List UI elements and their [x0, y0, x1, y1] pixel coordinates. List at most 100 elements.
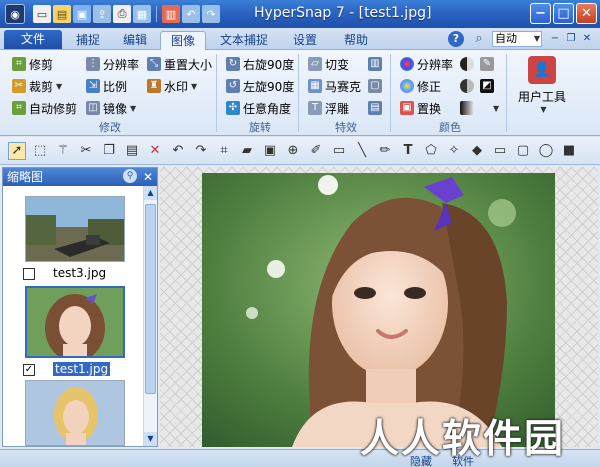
undo-icon[interactable]: ↶ [182, 5, 200, 23]
eyedropper-button[interactable]: ✎ [480, 55, 497, 73]
scroll-thumb[interactable] [145, 204, 156, 394]
thumbnail-image-3[interactable] [25, 380, 125, 446]
delete-icon[interactable]: ✕ [146, 142, 164, 160]
watermark-button[interactable]: ♜ 水印 ▼ [147, 77, 197, 95]
scroll-down-icon[interactable]: ▼ [144, 432, 157, 446]
color-depth-button[interactable]: 分辨率 [400, 55, 453, 73]
pencil-icon[interactable]: ✏ [376, 142, 394, 160]
thumbnail-checkbox-test3[interactable] [23, 268, 35, 280]
pin-icon[interactable]: ⚲ [123, 169, 137, 183]
close-icon[interactable]: ✕ [143, 168, 153, 186]
tab-capture[interactable]: 捕捉 [66, 31, 110, 50]
thumbnail-label-test1[interactable]: test1.jpg [53, 362, 111, 376]
tab-help[interactable]: 帮助 [334, 31, 378, 50]
cut-icon[interactable]: ✂ [77, 142, 95, 160]
polygon-icon[interactable]: ⬠ [422, 142, 440, 160]
minimize-button[interactable]: − [530, 3, 551, 24]
ellipse-icon[interactable]: ◯ [537, 142, 555, 160]
brightness-button[interactable] [460, 77, 477, 95]
freeform-icon[interactable]: ✧ [445, 142, 463, 160]
rotate-left-button[interactable]: ↺ 左旋90度 [226, 77, 294, 95]
mdi-close-button[interactable]: ✕ [580, 32, 594, 46]
thumbnail-scrollbar[interactable]: ▲ ▼ [143, 186, 157, 446]
fill-icon[interactable]: ◆ [468, 142, 486, 160]
file-menu[interactable]: 文件 [4, 30, 62, 49]
save-icon[interactable]: ▣ [73, 5, 91, 23]
trim-button[interactable]: ✂ 裁剪 ▼ [12, 77, 62, 95]
crop-icon: ⌗ [12, 57, 26, 71]
help-icon[interactable]: ? [448, 31, 464, 47]
color-picker-icon[interactable]: ✐ [307, 142, 325, 160]
tab-settings[interactable]: 设置 [283, 31, 327, 50]
copy-icon[interactable]: ❐ [100, 142, 118, 160]
delete-icon[interactable]: ▥ [162, 5, 180, 23]
upload-icon[interactable]: ⇪ [93, 5, 111, 23]
thumbnail-image-test1[interactable] [25, 286, 125, 362]
thumbnail-checkbox-test1[interactable]: ✓ [23, 364, 35, 376]
scale-button[interactable]: ⇲ 比例 [86, 77, 127, 95]
resize-button[interactable]: ⤡ 重置大小 [147, 55, 212, 73]
paste-icon[interactable]: ▤ [123, 142, 141, 160]
mdi-restore-button[interactable]: ❐ [564, 32, 578, 46]
search-icon[interactable]: ⌕ [471, 31, 487, 47]
tab-text-capture[interactable]: 文本捕捉 [212, 31, 276, 50]
open-folder-icon[interactable]: ▤ [53, 5, 71, 23]
note-icon[interactable]: ▭ [330, 142, 348, 160]
main-photo[interactable] [202, 173, 555, 447]
print-icon[interactable]: ⎙ [113, 5, 131, 23]
thumbnail-image-test3[interactable] [25, 196, 125, 262]
scroll-up-icon[interactable]: ▲ [144, 186, 157, 200]
thumbnail-test3-picture [26, 197, 124, 261]
tab-image[interactable]: 图像 [160, 31, 206, 50]
user-tools-button[interactable]: 👤 用户工具 ▼ [514, 56, 570, 116]
shear-button[interactable]: ▱ 切变 [308, 55, 349, 73]
redo-icon[interactable]: ↷ [192, 142, 210, 160]
close-button[interactable]: ✕ [576, 3, 597, 24]
ribbon: ⌗ 修剪 ⋮ 分辨率 ⤡ 重置大小 ✂ 裁剪 ▼ ⇲ 比例 ♜ 水印 ▼ ⌗ 自动修剪 ◫ 镜像 ▼ … [0, 50, 600, 136]
crop-select-icon[interactable]: ⌗ [215, 142, 233, 160]
thumbnail-label-test3[interactable]: test3.jpg [53, 266, 106, 280]
emboss-button[interactable]: T 浮雕 [308, 99, 349, 117]
app-icon[interactable]: ◉ [5, 4, 25, 24]
marquee-select-icon[interactable]: ⬚ [31, 142, 49, 160]
mdi-minimize-button[interactable]: − [548, 32, 562, 46]
grayscale-icon [460, 101, 474, 115]
contrast-button[interactable] [460, 55, 477, 73]
resolution-button[interactable]: ⋮ 分辨率 [86, 55, 139, 73]
mosaic-button[interactable]: ▦ 马赛克 [308, 77, 361, 95]
filled-rect-icon[interactable]: ■ [560, 142, 578, 160]
effect-extra-1-button[interactable]: ▥ [368, 55, 385, 73]
undo-icon[interactable]: ↶ [169, 142, 187, 160]
title-bar: ◉ ▭ ▤ ▣ ⇪ ⎙ ▦ ▥ ↶ ↷ HyperSnap 7 - [test1… [0, 0, 600, 28]
eraser-icon[interactable]: ▰ [238, 142, 256, 160]
color-more-dropdown[interactable]: ▼ [490, 99, 499, 117]
color-correct-button[interactable]: 修正 [400, 77, 441, 95]
maximize-button[interactable]: □ [553, 3, 574, 24]
free-rotate-button[interactable]: ✣ 任意角度 [226, 99, 291, 117]
rounded-rect-icon[interactable]: ▢ [514, 142, 532, 160]
color-replace-button[interactable]: ▣ 置换 [400, 99, 441, 117]
grayscale-button[interactable] [460, 99, 477, 117]
mirror-button[interactable]: ◫ 镜像 ▼ [86, 99, 136, 117]
rotate-right-button[interactable]: ↻ 右旋90度 [226, 55, 294, 73]
text-icon[interactable]: T [399, 142, 417, 160]
stamp-icon[interactable]: ▣ [261, 142, 279, 160]
invert-button[interactable]: ◩ [480, 77, 497, 95]
image-canvas[interactable] [160, 167, 598, 447]
effect-extra-2-button[interactable]: ▢ [368, 77, 385, 95]
auto-select[interactable]: 自动 ▼ [492, 31, 542, 47]
line-icon[interactable]: ╲ [353, 142, 371, 160]
crop-button[interactable]: ⌗ 修剪 [12, 55, 53, 73]
magic-wand-icon[interactable]: ⚚ [54, 142, 72, 160]
new-file-icon[interactable]: ▭ [33, 5, 51, 23]
rectangle-icon[interactable]: ▭ [491, 142, 509, 160]
auto-trim-button[interactable]: ⌗ 自动修剪 [12, 99, 77, 117]
effect-extra-3-button[interactable]: ▤ [368, 99, 385, 117]
tab-edit[interactable]: 编辑 [113, 31, 157, 50]
select-pointer-icon[interactable]: ➚ [8, 141, 26, 160]
window-capture-icon[interactable]: ▦ [133, 5, 151, 23]
menu-bar: 文件 捕捉 编辑 图像 文本捕捉 设置 帮助 ? ⌕ 自动 ▼ − ❐ ✕ [0, 28, 600, 50]
eyedropper-icon: ✎ [480, 57, 494, 71]
redo-icon[interactable]: ↷ [202, 5, 220, 23]
zoom-icon[interactable]: ⊕ [284, 142, 302, 160]
